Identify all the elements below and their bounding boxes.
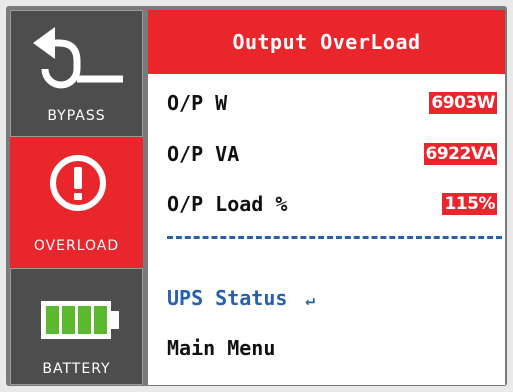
battery-full-icon [41, 301, 119, 339]
menu-item-label: Main Menu [167, 336, 276, 360]
divider [167, 236, 502, 239]
menu-item-ups-status[interactable]: UPS Status ↵ [167, 286, 315, 310]
menu-item-main-menu[interactable]: Main Menu [167, 336, 275, 360]
reading-row-va: O/P VA 6922VA [167, 142, 497, 170]
reading-label: O/P Load % [167, 192, 288, 216]
reading-value: 115% [442, 193, 497, 215]
reading-value: 6903W [429, 92, 497, 114]
reading-label: O/P W [167, 91, 228, 115]
reading-label: O/P VA [167, 142, 240, 166]
sidebar-item-label: BYPASS [47, 108, 106, 124]
sidebar: BYPASS OVERLOAD BATTERY [10, 10, 143, 385]
reading-row-load: O/P Load % 115% [167, 192, 497, 220]
reading-row-watts: O/P W 6903W [167, 91, 497, 119]
main-panel: Output OverLoad O/P W 6903W O/P VA 6922V… [148, 10, 505, 385]
enter-icon: ↵ [305, 290, 316, 309]
sidebar-item-bypass[interactable]: BYPASS [10, 10, 143, 137]
sidebar-item-label: BATTERY [42, 361, 111, 377]
sidebar-item-battery[interactable]: BATTERY [10, 268, 143, 385]
sidebar-item-overload[interactable]: OVERLOAD [10, 137, 143, 268]
menu-item-label: UPS Status [167, 286, 288, 310]
sidebar-item-label: OVERLOAD [33, 238, 120, 254]
alert-circle-icon [50, 155, 106, 211]
bypass-arrow-icon [33, 27, 123, 89]
reading-value: 6922VA [423, 143, 497, 165]
page-title: Output OverLoad [148, 10, 505, 74]
